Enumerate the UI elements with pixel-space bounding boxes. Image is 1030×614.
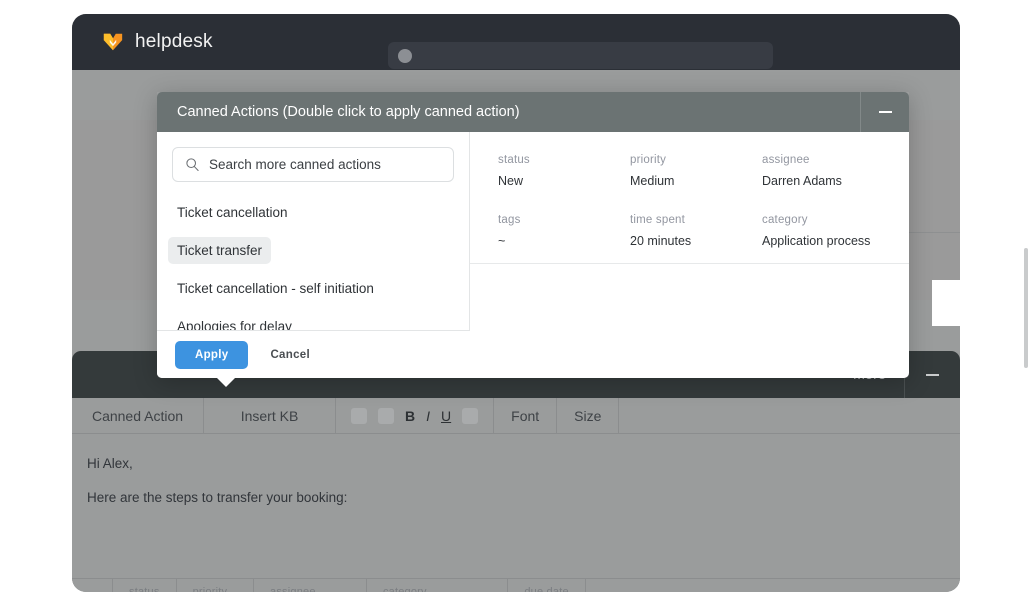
property-due-date-label: due date [524,586,569,592]
modal-footer: Apply Cancel [157,330,470,378]
minimize-icon [926,373,939,376]
canned-action-item-0[interactable]: Ticket cancellation [168,199,297,226]
cancel-button[interactable]: Cancel [270,349,310,361]
details-row-2: tags ~ time spent 20 minutes category Ap… [498,214,909,248]
minimize-composer-button[interactable] [905,351,960,398]
detail-priority-value: Medium [630,174,675,188]
detail-priority: priority Medium [630,154,762,188]
fox-logo-icon [103,33,123,51]
detail-assignee-label: assignee [762,154,810,166]
toolbar-canned-action-button[interactable]: Canned Action [72,398,204,433]
toolbar-insert-kb-button[interactable]: Insert KB [204,398,336,433]
detail-time-spent: time spent 20 minutes [630,214,762,248]
property-category[interactable]: category Application process [365,579,507,592]
modal-pointer-caret [217,378,235,387]
property-priority-label: priority [192,586,228,592]
property-assignee-label: assignee [270,586,316,592]
detail-category-value: Application process [762,234,871,248]
detail-tags: tags ~ [498,214,630,248]
editor-toolbar: Canned Action Insert KB B I U Font Size [72,398,960,434]
canned-action-item-2[interactable]: Ticket cancellation - self initiation [168,275,383,302]
canned-actions-modal: Canned Actions (Double click to apply ca… [157,92,909,387]
property-category-label: category [382,586,427,592]
placeholder-icon-3[interactable] [462,407,479,424]
property-due-date[interactable]: due date ~ [507,579,584,592]
canned-actions-list: Ticket cancellation Ticket transfer Tick… [168,199,454,351]
search-avatar-icon [398,48,412,63]
brand-logo[interactable]: helpdesk [102,31,213,53]
property-assignee[interactable]: assignee Darren Adams [253,579,366,592]
toolbar-font-selector[interactable]: Font [494,398,558,433]
property-status-label: status [129,586,160,592]
ticket-properties-bar: status New priority Medium assignee Darr… [72,578,960,592]
placeholder-icon-2[interactable] [378,407,394,424]
search-icon [186,158,199,172]
properties-spacer [584,579,960,592]
apply-button[interactable]: Apply [175,340,249,369]
detail-status: status New [498,154,630,188]
details-row-1: status New priority Medium assignee Darr… [498,154,909,188]
detail-category: category Application process [762,214,894,248]
modal-minimize-button[interactable] [861,92,909,132]
detail-status-value: New [498,174,524,188]
app-window: helpdesk am eligib... due date ~ More [72,14,960,592]
detail-assignee-value: Darren Adams [762,174,842,188]
page-scrollbar[interactable] [1024,248,1028,368]
detail-assignee: assignee Darren Adams [762,154,894,188]
detail-time-spent-label: time spent [630,214,686,226]
canned-actions-search[interactable]: Search more canned actions [172,147,454,182]
detail-time-spent-value: 20 minutes [630,234,692,248]
detail-tags-value: ~ [498,234,506,248]
detail-priority-label: priority [630,154,667,166]
properties-icon-cell [72,579,112,592]
placeholder-icon-1[interactable] [351,407,367,424]
editor-line-1: Hi Alex, [87,456,133,471]
minimize-icon [878,111,892,113]
modal-title: Canned Actions (Double click to apply ca… [177,104,520,120]
canned-actions-search-placeholder: Search more canned actions [209,157,381,172]
modal-body: Search more canned actions Ticket cancel… [157,132,909,387]
underline-button[interactable]: U [441,408,451,424]
toolbar-format-group: B I U [336,398,495,433]
divider [470,263,909,264]
detail-category-label: category [762,214,808,226]
bold-button[interactable]: B [405,408,415,424]
brand-name: helpdesk [135,31,213,52]
property-status[interactable]: status New [112,579,176,592]
card-edge-filler [932,280,960,326]
property-priority[interactable]: priority Medium [175,579,253,592]
modal-header: Canned Actions (Double click to apply ca… [157,92,909,132]
toolbar-size-selector[interactable]: Size [557,398,620,433]
editor-line-2: Here are the steps to transfer your book… [87,490,348,505]
italic-button[interactable]: I [426,408,430,424]
detail-tags-label: tags [498,214,521,226]
screen: helpdesk am eligib... due date ~ More [0,0,1030,614]
detail-status-label: status [498,154,530,166]
reply-editor-body[interactable]: Hi Alex, Here are the steps to transfer … [72,434,960,580]
top-navigation-bar: helpdesk [72,14,960,70]
global-search-input[interactable] [388,42,773,69]
canned-action-details-panel: status New priority Medium assignee Darr… [470,132,909,378]
canned-action-item-1[interactable]: Ticket transfer [168,237,272,264]
